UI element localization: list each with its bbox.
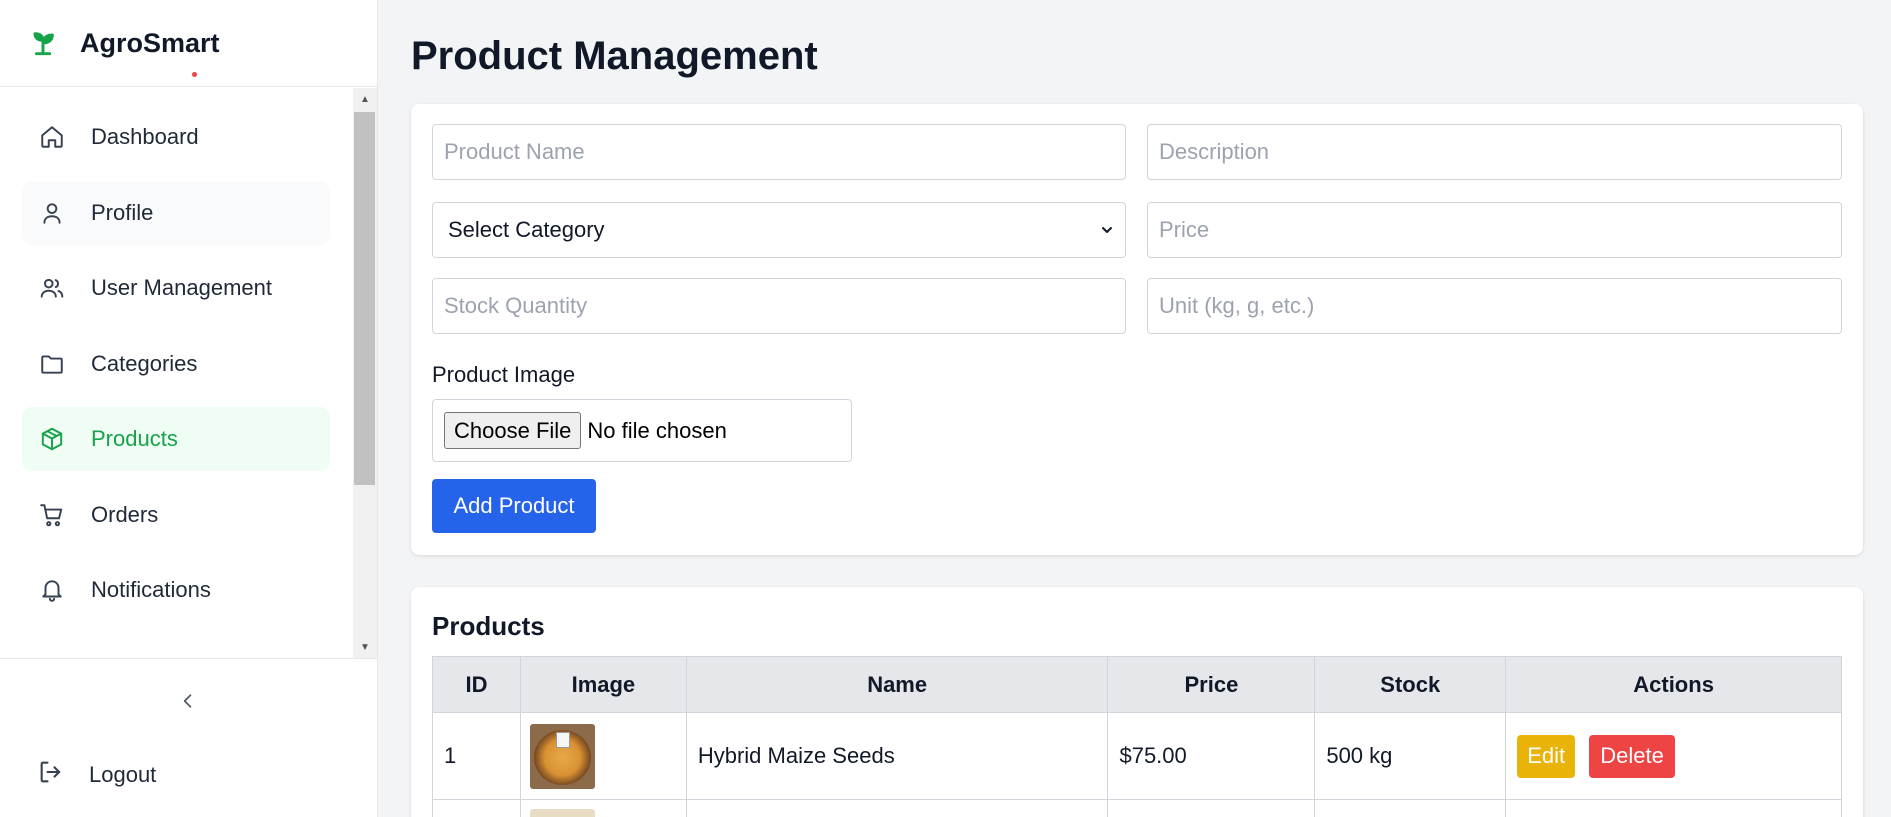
sidebar-footer: Logout xyxy=(0,658,378,817)
sidebar-item-label: Profile xyxy=(91,199,154,225)
product-price: $75.00 xyxy=(1107,712,1316,800)
sidebar-item-user-management[interactable]: User Management xyxy=(22,256,330,320)
price-input[interactable] xyxy=(1147,202,1842,258)
category-select[interactable]: Select Category xyxy=(432,202,1126,258)
product-form: Select Category Product Image Choose Fil… xyxy=(411,104,1863,555)
box-icon xyxy=(37,424,67,454)
sidebar-scrollbar[interactable]: ▲ ▼ xyxy=(353,88,377,658)
scroll-thumb[interactable] xyxy=(354,112,375,485)
column-header-id[interactable]: ID xyxy=(432,656,521,713)
product-image-label: Product Image xyxy=(432,362,576,387)
sidebar-item-dashboard[interactable]: Dashboard xyxy=(22,105,330,169)
table-row: 1 Hybrid Maize Seeds $75.00 500 kg Edit … xyxy=(432,712,1842,800)
product-image-cell xyxy=(519,712,687,800)
cart-icon xyxy=(37,500,67,530)
sidebar-item-orders[interactable]: Orders xyxy=(22,483,330,547)
nav-container: Dashboard Profile User Management Catego… xyxy=(0,88,378,658)
folder-icon xyxy=(37,349,67,379)
product-name-input[interactable] xyxy=(432,124,1126,180)
logout-button[interactable]: Logout xyxy=(37,758,156,792)
logout-label: Logout xyxy=(89,762,157,787)
main-content: Product Management Select Category Produ… xyxy=(378,0,1891,817)
sidebar-item-label: Products xyxy=(91,426,178,451)
sidebar-item-products[interactable]: Products xyxy=(22,407,330,471)
chevron-down-icon xyxy=(1102,227,1112,233)
status-dot xyxy=(192,72,197,77)
sidebar-item-categories[interactable]: Categories xyxy=(22,332,330,396)
product-actions: Edit Delete xyxy=(1505,712,1842,800)
column-header-actions[interactable]: Actions xyxy=(1505,656,1842,713)
logout-icon xyxy=(37,758,65,792)
column-header-name[interactable]: Name xyxy=(685,656,1109,713)
sidebar-item-notifications[interactable]: Notifications xyxy=(22,558,330,622)
product-image-field: Choose File No file chosen xyxy=(432,399,852,462)
sprout-icon xyxy=(26,26,60,60)
products-title: Products xyxy=(432,611,545,641)
scroll-down-icon[interactable]: ▼ xyxy=(353,636,377,658)
delete-button[interactable]: Delete xyxy=(1589,734,1675,778)
home-icon xyxy=(37,122,67,152)
sidebar-item-label: Categories xyxy=(91,350,198,376)
sidebar-item-label: Notifications xyxy=(91,577,211,602)
collapse-sidebar-button[interactable] xyxy=(176,689,200,713)
table-row xyxy=(432,799,1842,817)
products-table-card: Products ID Image Name Price Stock Actio… xyxy=(411,587,1863,817)
stock-quantity-input[interactable] xyxy=(432,278,1126,334)
file-status: No file chosen xyxy=(587,417,727,443)
sidebar: AgroSmart Dashboard Profile User Managem… xyxy=(0,0,378,817)
description-input[interactable] xyxy=(1147,124,1842,180)
table-header-row: ID Image Name Price Stock Actions xyxy=(432,656,1842,713)
products-table: ID Image Name Price Stock Actions 1 Hybr… xyxy=(432,656,1842,817)
sidebar-item-profile[interactable]: Profile xyxy=(22,180,330,245)
sidebar-nav: Dashboard Profile User Management Catego… xyxy=(0,88,353,658)
sidebar-item-label: Dashboard xyxy=(91,124,199,149)
product-thumbnail xyxy=(529,723,595,789)
users-icon xyxy=(37,273,67,303)
add-product-button[interactable]: Add Product xyxy=(432,479,596,533)
choose-file-button[interactable]: Choose File xyxy=(444,412,582,449)
scroll-up-icon[interactable]: ▲ xyxy=(353,88,377,110)
sidebar-item-label: User Management xyxy=(91,275,272,300)
user-icon xyxy=(37,198,67,228)
brand-name: AgroSmart xyxy=(80,27,220,58)
column-header-image[interactable]: Image xyxy=(519,656,687,713)
product-id: 1 xyxy=(432,712,521,800)
product-thumbnail xyxy=(529,808,595,817)
category-selected-value: Select Category xyxy=(448,217,605,242)
column-header-stock[interactable]: Stock xyxy=(1314,656,1507,713)
product-stock: 500 kg xyxy=(1314,712,1507,800)
edit-button[interactable]: Edit xyxy=(1517,734,1576,778)
product-name: Hybrid Maize Seeds xyxy=(685,712,1109,800)
sidebar-item-label: Orders xyxy=(91,501,159,527)
unit-input[interactable] xyxy=(1147,278,1842,334)
chevron-left-icon xyxy=(183,694,192,708)
column-header-price[interactable]: Price xyxy=(1107,656,1316,713)
bell-icon xyxy=(37,575,67,605)
brand[interactable]: AgroSmart xyxy=(0,0,377,87)
page-title: Product Management xyxy=(411,34,818,78)
